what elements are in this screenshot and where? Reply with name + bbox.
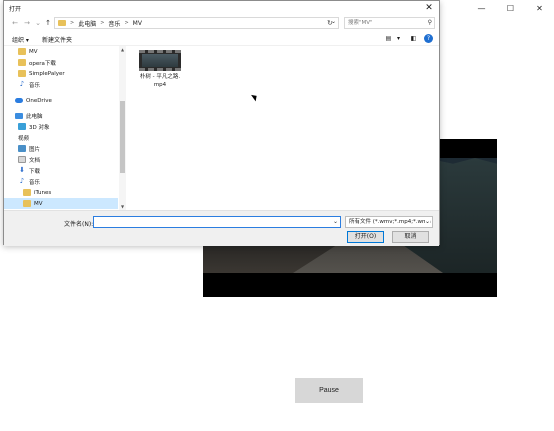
nav-item-label: SimplePalyer — [29, 70, 65, 77]
search-placeholder: 搜索"MV" — [348, 20, 373, 26]
nav-item-3d-objects[interactable]: 3D 对象 — [4, 121, 118, 132]
scrollbar-thumb[interactable] — [120, 101, 125, 173]
computer-icon — [15, 112, 23, 119]
help-icon[interactable]: ? — [424, 34, 433, 43]
nav-item-downloads[interactable]: ⬇ 下载 — [4, 165, 118, 176]
minimize-button[interactable]: — — [467, 0, 496, 16]
picture-icon — [18, 145, 26, 152]
chevron-down-icon[interactable]: ⌄ — [333, 218, 338, 225]
nav-item-label: 音乐 — [29, 82, 41, 89]
filetype-value: 所有文件 (*.wmv;*.mp4;*.wma — [349, 219, 431, 225]
open-file-dialog: 打开 ✕ ← → ⌄ ↑ > 此电脑 > 音乐 > MV ⌄ ↻ 搜索"MV" … — [3, 0, 440, 246]
nav-scrollbar[interactable]: ▲ ▼ — [119, 46, 126, 210]
nav-item-mv-selected[interactable]: MV — [4, 198, 118, 209]
scroll-down-icon[interactable]: ▼ — [119, 204, 126, 209]
nav-item-label: 3D 对象 — [29, 124, 50, 131]
back-arrow-icon[interactable]: ← — [10, 18, 20, 28]
cancel-button[interactable]: 取消 — [392, 231, 429, 243]
refresh-icon[interactable]: ↻ — [327, 19, 333, 27]
organize-button[interactable]: 组织 ▾ — [12, 35, 29, 44]
breadcrumb-separator: > — [70, 20, 75, 26]
nav-item-label: iTunes — [34, 189, 52, 196]
nav-item-opera-download[interactable]: opera下载 — [4, 57, 118, 68]
file-list: 朴树 - 平凡之路. mp4 — [127, 46, 439, 210]
view-options-icon[interactable]: ▤ — [384, 35, 393, 43]
dialog-title: 打开 — [9, 6, 22, 13]
nav-item-label: MV — [29, 48, 38, 55]
recent-locations-icon[interactable]: ⌄ — [33, 18, 43, 28]
nav-item-music[interactable]: ♪ 音乐 — [4, 176, 118, 187]
pause-button[interactable]: Pause — [295, 378, 363, 403]
music-icon: ♪ — [19, 80, 25, 88]
nav-item-pictures[interactable]: 图片 — [4, 143, 118, 154]
forward-arrow-icon[interactable]: → — [22, 18, 32, 28]
dialog-close-icon[interactable]: ✕ — [423, 2, 435, 14]
navigation-pane: MV opera下载 SimplePalyer ♪ 音乐 OneDrive 此电… — [4, 46, 126, 210]
navigation-bar: ← → ⌄ ↑ > 此电脑 > 音乐 > MV ⌄ ↻ 搜索"MV" ⚲ — [4, 16, 439, 31]
chevron-down-icon[interactable]: ⌄ — [424, 217, 430, 227]
folder-icon — [18, 48, 26, 55]
breadcrumb-separator: > — [100, 20, 105, 26]
download-icon: ⬇ — [19, 166, 25, 174]
nav-item-label: 下载 — [29, 168, 41, 175]
dialog-titlebar: 打开 ✕ — [4, 1, 439, 16]
search-icon[interactable]: ⚲ — [428, 18, 432, 28]
new-folder-button[interactable]: 新建文件夹 — [42, 35, 72, 44]
chevron-down-icon[interactable]: ▾ — [394, 35, 403, 43]
nav-item-videos[interactable]: 视频 — [4, 132, 118, 143]
nav-item-documents[interactable]: 文档 — [4, 154, 118, 165]
document-icon — [18, 156, 26, 163]
dialog-footer: 文件名(N): ⌄ 所有文件 (*.wmv;*.mp4;*.wma ⌄ 打开(O… — [4, 210, 439, 246]
nav-item-label: 音乐 — [29, 179, 41, 186]
cloud-icon — [15, 98, 23, 103]
nav-item-label: 视频 — [18, 135, 30, 142]
up-arrow-icon[interactable]: ↑ — [43, 18, 53, 28]
nav-item-label: OneDrive — [26, 97, 52, 104]
nav-item-label: 图片 — [29, 146, 41, 153]
video-file-icon — [139, 50, 181, 71]
folder-icon — [58, 20, 66, 26]
cube-icon — [18, 123, 26, 130]
nav-item-music-quick[interactable]: ♪ 音乐 — [4, 79, 118, 90]
filename-label: 文件名(N): — [64, 221, 94, 228]
filetype-select[interactable]: 所有文件 (*.wmv;*.mp4;*.wma ⌄ — [345, 216, 433, 228]
close-button[interactable]: ✕ — [525, 0, 554, 16]
address-bar[interactable]: > 此电脑 > 音乐 > MV ⌄ — [54, 17, 339, 29]
nav-item-simplepalyer[interactable]: SimplePalyer — [4, 68, 118, 79]
nav-item-itunes[interactable]: iTunes — [4, 187, 118, 198]
music-icon: ♪ — [19, 177, 25, 185]
filename-input[interactable]: ⌄ — [93, 216, 341, 228]
nav-item-label: MV — [34, 200, 43, 207]
breadcrumb-music[interactable]: 音乐 — [108, 19, 120, 28]
dialog-toolbar: 组织 ▾ 新建文件夹 ▤ ▾ ◧ ? — [4, 32, 439, 46]
folder-icon — [18, 59, 26, 66]
nav-item-label: opera下载 — [29, 60, 56, 67]
nav-item-this-pc[interactable]: 此电脑 — [4, 110, 118, 121]
open-button[interactable]: 打开(O) — [347, 231, 384, 243]
folder-icon — [23, 200, 31, 207]
nav-item-label: 文档 — [29, 157, 41, 164]
folder-icon — [23, 189, 31, 196]
nav-item-label: 此电脑 — [26, 113, 43, 120]
breadcrumb-separator: > — [124, 20, 129, 26]
scroll-up-icon[interactable]: ▲ — [119, 47, 126, 52]
file-item[interactable]: 朴树 - 平凡之路. mp4 — [135, 50, 185, 89]
file-name: 朴树 - 平凡之路. mp4 — [139, 74, 181, 88]
nav-item-mv[interactable]: MV — [4, 46, 118, 57]
window-controls: — ☐ ✕ — [467, 0, 554, 16]
breadcrumb-this-pc[interactable]: 此电脑 — [78, 19, 96, 28]
search-input[interactable]: 搜索"MV" ⚲ — [344, 17, 435, 29]
preview-pane-icon[interactable]: ◧ — [409, 35, 418, 43]
folder-icon — [18, 70, 26, 77]
breadcrumb-mv[interactable]: MV — [133, 20, 142, 27]
maximize-button[interactable]: ☐ — [496, 0, 525, 16]
nav-item-onedrive[interactable]: OneDrive — [4, 95, 118, 106]
